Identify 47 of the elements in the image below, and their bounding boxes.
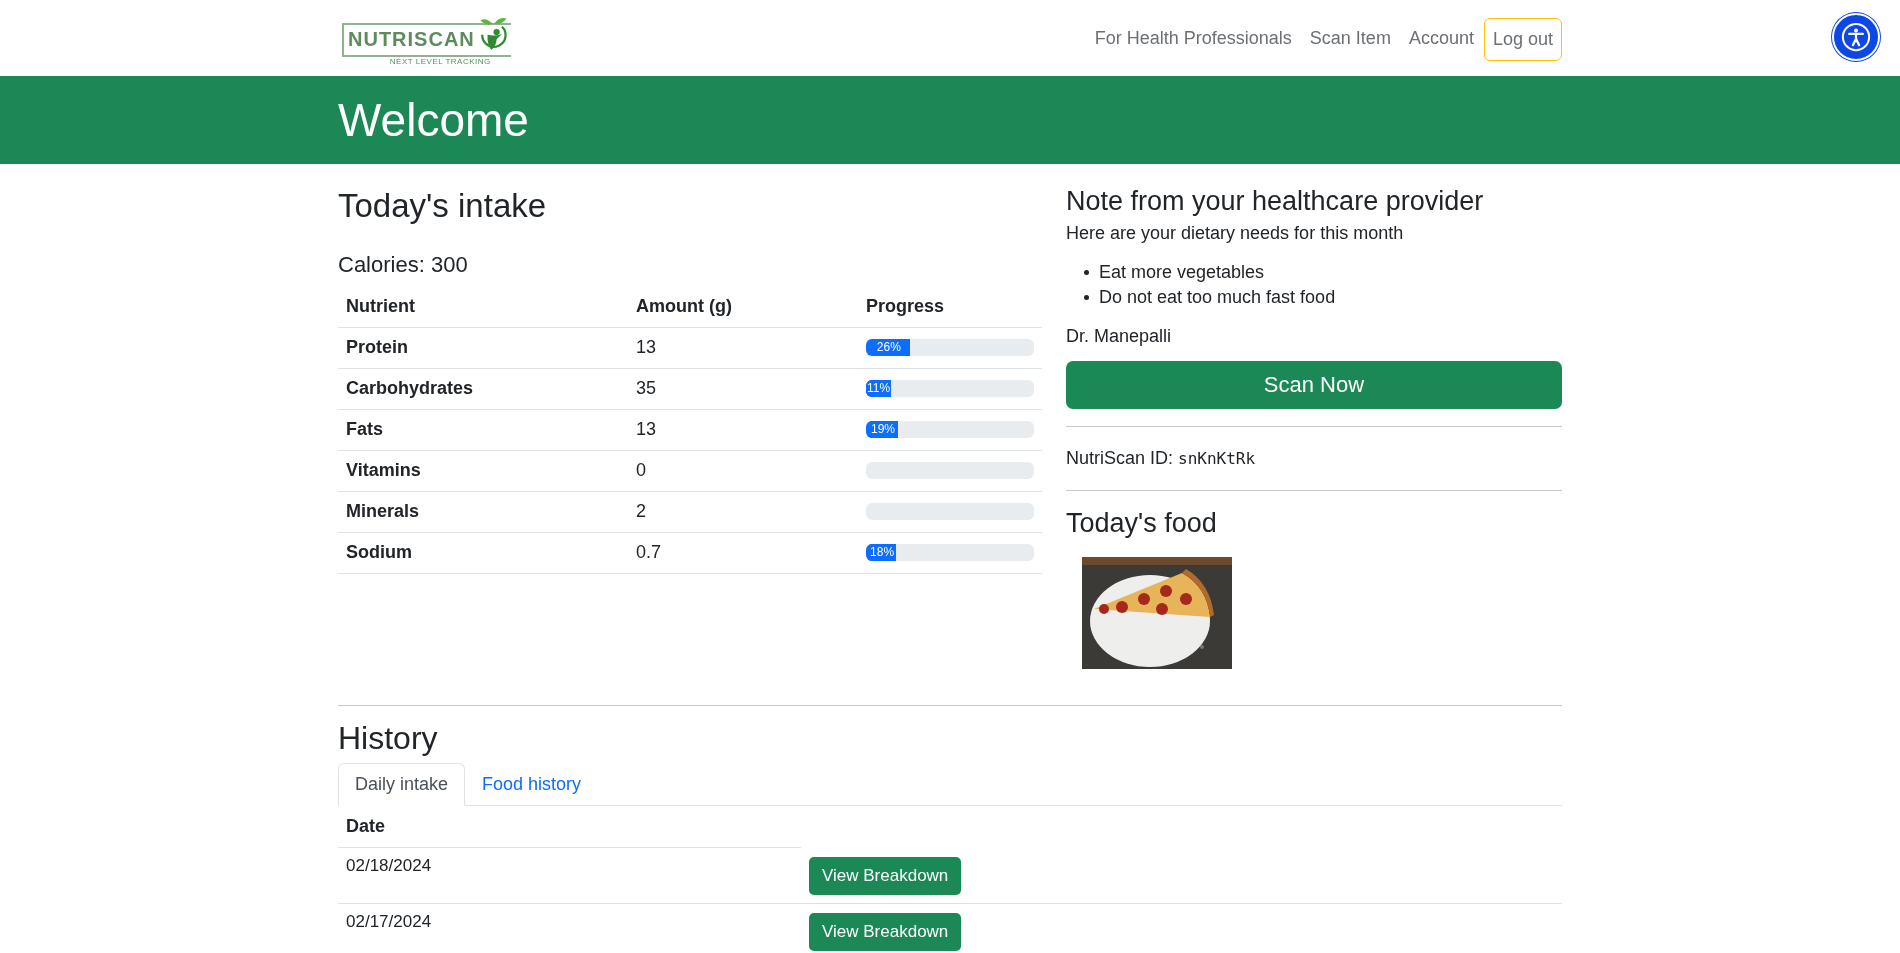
logo-wordmark: NUTRISCAN [348,28,475,51]
scan-now-button[interactable]: Scan Now [1066,361,1562,409]
accessibility-icon [1841,22,1871,52]
progress-label: 18% [869,544,896,562]
id-value: snKnKtRk [1178,449,1256,468]
column-header: Progress [858,285,1042,328]
table-cell: 02/18/2024 [338,847,801,903]
section-title: History [338,720,439,757]
calories-text: Calories: 300 [338,251,469,278]
signature-text: Dr. Manepalli [1066,326,1173,347]
table-cell: 13 [628,327,858,369]
table-cell: 0.7 [628,532,858,574]
column-header: Nutrient [338,285,628,328]
nav-link[interactable]: For Health Professionals [1086,19,1300,57]
view-breakdown-button[interactable]: View Breakdown [809,856,962,895]
nav-link[interactable]: Account [1400,19,1482,57]
page-title: Welcome [338,93,530,148]
id-label: NutriScan ID: [1066,448,1174,469]
accessibility-button[interactable] [1832,13,1880,61]
section-title: Today's intake [338,186,548,226]
section-title: Today's food [1066,508,1218,539]
table-cell: 0 [628,450,858,492]
column-header: Amount (g) [628,285,858,328]
table-cell: 13 [628,409,858,451]
table-cell: Minerals [338,491,628,533]
bullet-icon [1084,295,1089,300]
bullet-icon [1084,270,1089,275]
table-cell: 02/17/2024 [338,903,801,953]
table-cell: Protein [338,327,628,369]
table-cell: Vitamins [338,450,628,492]
progress-label: 19% [869,421,896,439]
view-breakdown-button[interactable]: View Breakdown [809,912,962,951]
logo-tagline: NEXT LEVEL TRACKING [389,56,491,66]
table-cell: 2 [628,491,858,533]
column-header: Date [338,806,801,848]
table-cell: 35 [628,368,858,410]
section-title: Note from your healthcare provider [1066,186,1485,217]
table-cell: Carbohydrates [338,368,628,410]
table-cell: Fats [338,409,628,451]
logout-button[interactable]: Log out [1483,17,1562,61]
tab[interactable]: Daily intake [338,763,466,806]
table-cell: Sodium [338,532,628,574]
tab[interactable]: Food history [465,763,599,806]
nav-link[interactable]: Scan Item [1301,19,1399,57]
note-text: Here are your dietary needs for this month [1066,223,1405,244]
list-item: Do not eat too much fast food [1099,286,1336,309]
list-item: Eat more vegetables [1099,261,1265,284]
